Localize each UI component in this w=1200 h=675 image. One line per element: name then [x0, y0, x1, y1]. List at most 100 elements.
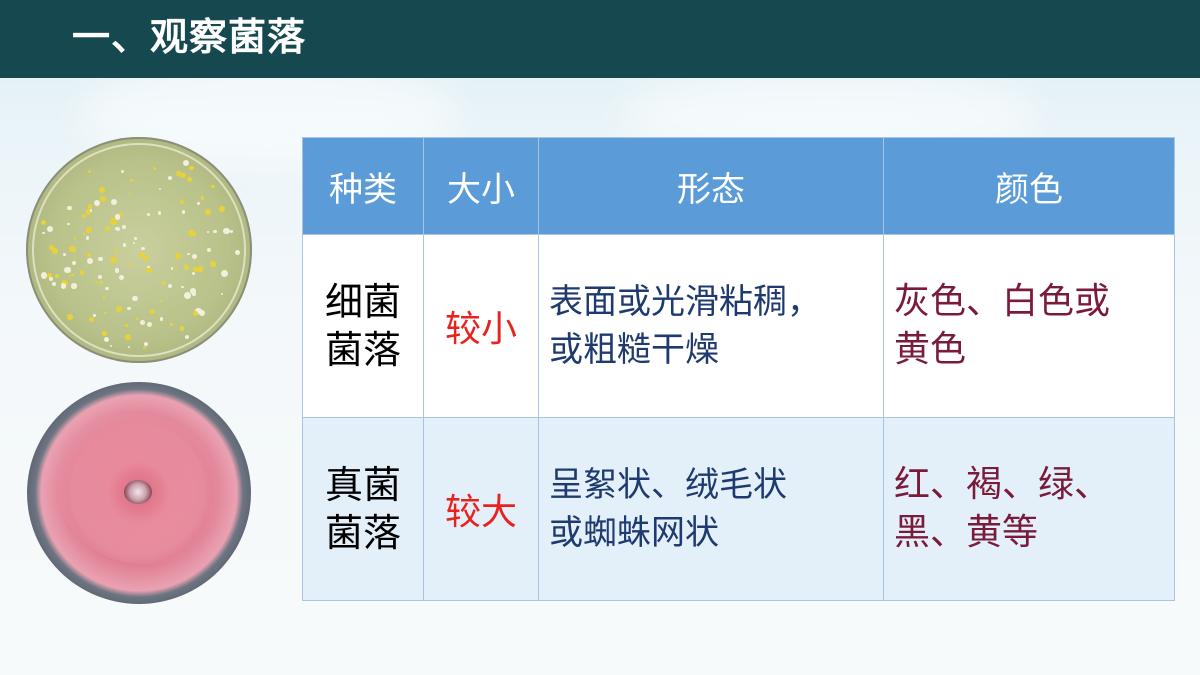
colony-dot	[206, 247, 211, 253]
colony-dot	[121, 224, 127, 230]
table-row: 细菌 菌落 较小 表面或光滑粘稠， 或粗糙干燥 灰色、白色或 黄色	[302, 234, 1175, 418]
cell-size: 较大	[423, 417, 539, 601]
colony-dot	[102, 296, 105, 299]
cell-color: 红、褐、绿、 黑、黄等	[883, 417, 1175, 601]
colony-dot	[189, 165, 194, 170]
colony-dot	[167, 283, 173, 288]
colony-dot	[212, 229, 217, 234]
dish-rim	[32, 143, 246, 357]
colony-dot	[153, 166, 157, 170]
colony-dot	[159, 299, 162, 302]
colony-dot	[87, 252, 92, 257]
table-row: 真菌 菌落 较大 呈絮状、绒毛状 或蜘蛛网状 红、褐、绿、 黑、黄等	[302, 417, 1175, 601]
colony-dot	[210, 184, 215, 189]
colony-dot	[147, 265, 150, 269]
colony-dot	[210, 261, 216, 267]
colony-dot	[191, 254, 197, 260]
header-kind: 种类	[302, 137, 424, 235]
colony-dot	[67, 205, 72, 211]
colony-dot	[186, 176, 192, 182]
colony-dot	[87, 204, 92, 209]
colony-dot	[71, 260, 76, 265]
colony-dot	[159, 317, 164, 321]
colony-dot	[89, 316, 95, 322]
colony-dot	[184, 335, 189, 340]
colony-dot	[100, 195, 106, 202]
cell-form: 呈絮状、绒毛状 或蜘蛛网状	[538, 417, 884, 601]
colony-center	[124, 480, 152, 504]
colony-dot	[109, 218, 117, 225]
kind-line: 真菌	[324, 463, 401, 507]
slide-title: 一、观察菌落	[72, 15, 307, 59]
colony-comparison-table: 种类 大小 形态 颜色 细菌 菌落 较小 表面或光滑粘稠， 或粗糙干燥 灰色、白…	[302, 137, 1175, 601]
colony-dot	[40, 219, 47, 225]
colony-dot	[111, 198, 117, 205]
colony-dot	[223, 227, 230, 235]
colony-dot	[183, 159, 189, 166]
colony-dot	[42, 231, 45, 235]
bacteria-petri-dish-image	[26, 137, 252, 363]
colony-dot	[64, 266, 71, 274]
colony-dot	[200, 196, 205, 200]
colony-dot	[87, 169, 91, 173]
colony-dot	[179, 325, 185, 331]
cell-kind: 真菌 菌落	[302, 417, 424, 601]
fungus-petri-dish-image	[27, 382, 251, 604]
cell-color: 灰色、白色或 黄色	[883, 234, 1175, 418]
header-color: 颜色	[883, 137, 1175, 235]
colony-dot	[131, 295, 138, 302]
colony-dot	[104, 311, 107, 315]
header-form: 形态	[538, 137, 884, 235]
colony-dot	[146, 212, 150, 216]
colony-dot	[55, 273, 59, 278]
table-header-row: 种类 大小 形态 颜色	[302, 137, 1175, 235]
colony-dot	[134, 237, 137, 240]
form-line: 表面或光滑粘稠，	[549, 282, 821, 322]
colony-dot	[67, 313, 73, 320]
colony-dot	[69, 245, 76, 253]
cell-kind: 细菌 菌落	[302, 234, 424, 418]
kind-line: 菌落	[324, 328, 401, 372]
colony-dot	[129, 263, 133, 266]
colony-dot	[87, 258, 94, 264]
colony-dot	[97, 274, 102, 279]
colony-dot	[48, 276, 53, 281]
colony-dot	[40, 272, 48, 279]
colony-dot	[93, 314, 96, 317]
colony-dot	[103, 337, 109, 343]
color-line: 红、褐、绿、	[894, 464, 1111, 505]
colony-dot	[71, 273, 74, 277]
colony-dot	[188, 229, 195, 236]
colony-dot	[82, 231, 86, 235]
colony-dot	[71, 283, 77, 289]
colony-dot	[114, 227, 118, 230]
colony-dot	[189, 287, 196, 294]
colony-dot	[161, 281, 166, 285]
colony-dot	[85, 226, 92, 233]
cell-size: 较小	[423, 234, 539, 418]
header-size: 大小	[423, 137, 539, 235]
colony-dot	[197, 202, 200, 205]
colony-dot	[105, 286, 109, 291]
colony-dot	[114, 249, 118, 253]
color-line: 灰色、白色或	[894, 281, 1111, 322]
colony-dot	[193, 266, 198, 271]
colony-dot	[62, 253, 66, 256]
colony-dot	[175, 253, 181, 259]
colony-dot	[98, 256, 103, 262]
colony-dot	[230, 229, 234, 233]
form-line: 或粗糙干燥	[549, 330, 719, 370]
kind-line: 菌落	[324, 511, 401, 555]
form-line: 或蜘蛛网状	[549, 513, 719, 553]
colony-dot	[183, 292, 191, 300]
colony-dot	[99, 280, 103, 285]
form-line: 呈絮状、绒毛状	[549, 465, 787, 505]
colony-dot	[157, 211, 162, 215]
title-bar: 一、观察菌落	[0, 0, 1200, 78]
colony-dot	[125, 324, 128, 327]
color-line: 黑、黄等	[894, 512, 1039, 553]
colony-dot	[122, 242, 127, 247]
colony-dot	[102, 331, 107, 336]
colony-dot	[67, 222, 70, 226]
colony-dot	[219, 205, 225, 212]
